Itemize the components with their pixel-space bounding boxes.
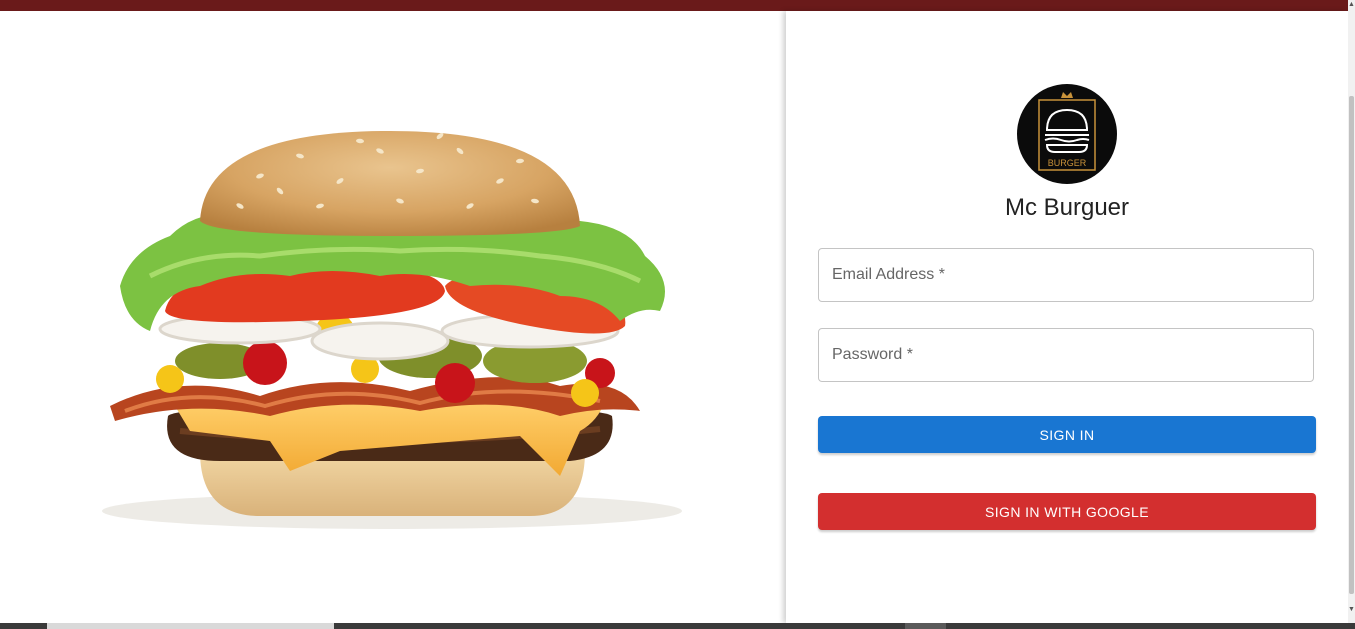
logo-wordmark: BURGER (1048, 158, 1087, 168)
password-field (818, 328, 1314, 382)
brand-name: Mc Burguer (1004, 194, 1130, 221)
top-bar (0, 0, 1348, 11)
password-input[interactable] (819, 329, 1313, 381)
email-field (818, 248, 1314, 302)
vertical-scrollbar[interactable]: ▲ ▼ (1348, 0, 1355, 623)
scroll-down-arrow-icon[interactable]: ▼ (1348, 605, 1355, 615)
hero-burger-image (0, 11, 786, 623)
sign-in-button[interactable]: SIGN IN (818, 416, 1316, 453)
scroll-up-arrow-icon[interactable]: ▲ (1348, 0, 1355, 10)
burger-illustration (102, 131, 682, 529)
taskbar-app-icon[interactable] (905, 623, 946, 629)
email-input[interactable] (819, 249, 1313, 301)
taskbar (0, 623, 1355, 629)
login-panel: BURGER Mc Burguer SIGN IN SIGN IN WITH G… (786, 11, 1348, 623)
scrollbar-thumb[interactable] (1349, 96, 1354, 594)
sign-in-google-button[interactable]: SIGN IN WITH GOOGLE (818, 493, 1316, 530)
taskbar-search[interactable] (47, 623, 334, 629)
burger-logo-icon: BURGER (1017, 84, 1117, 184)
